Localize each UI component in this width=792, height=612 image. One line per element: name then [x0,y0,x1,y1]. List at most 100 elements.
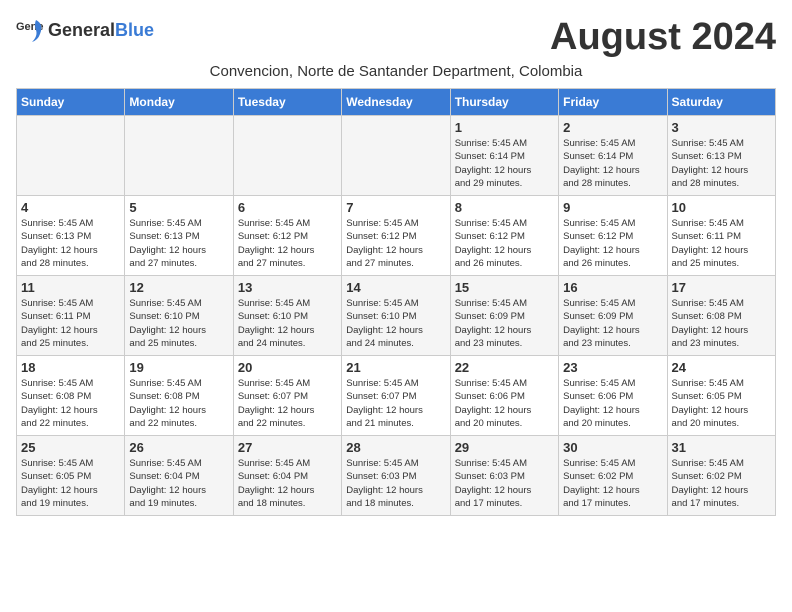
day-info: Sunrise: 5:45 AM Sunset: 6:06 PM Dayligh… [455,377,554,430]
day-number: 19 [129,360,228,375]
day-number: 20 [238,360,337,375]
day-info: Sunrise: 5:45 AM Sunset: 6:02 PM Dayligh… [672,457,771,510]
weekday-header-saturday: Saturday [667,89,775,116]
day-info: Sunrise: 5:45 AM Sunset: 6:11 PM Dayligh… [21,297,120,350]
calendar-week-row: 4 Sunrise: 5:45 AM Sunset: 6:13 PM Daylig… [17,196,776,276]
calendar-cell: 25Sunrise: 5:45 AM Sunset: 6:05 PM Dayli… [17,436,125,516]
day-number: 11 [21,280,120,295]
calendar-cell: 10Sunrise: 5:45 AM Sunset: 6:11 PM Dayli… [667,196,775,276]
day-number: 18 [21,360,120,375]
day-info: Sunrise: 5:45 AM Sunset: 6:08 PM Dayligh… [129,377,228,430]
day-info: Sunrise: 5:45 AM Sunset: 6:03 PM Dayligh… [346,457,445,510]
calendar-cell: 2Sunrise: 5:45 AM Sunset: 6:14 PM Daylig… [559,116,667,196]
calendar-cell: 31 Sunrise: 5:45 AM Sunset: 6:02 PM Dayli… [667,436,775,516]
calendar-week-row: 1Sunrise: 5:45 AM Sunset: 6:14 PM Daylig… [17,116,776,196]
day-number: 3 [672,120,771,135]
logo-text: GeneralBlue [48,20,154,41]
day-info: Sunrise: 5:45 AM Sunset: 6:13 PM Dayligh… [21,217,120,270]
day-number: 6 [238,200,337,215]
calendar-cell: 14 Sunrise: 5:45 AM Sunset: 6:10 PM Dayli… [342,276,450,356]
weekday-header-sunday: Sunday [17,89,125,116]
calendar-cell: 16 Sunrise: 5:45 AM Sunset: 6:09 PM Dayli… [559,276,667,356]
day-number: 9 [563,200,662,215]
weekday-header-wednesday: Wednesday [342,89,450,116]
calendar-cell: 12 Sunrise: 5:45 AM Sunset: 6:10 PM Dayli… [125,276,233,356]
calendar-week-row: 18 Sunrise: 5:45 AM Sunset: 6:08 PM Dayli… [17,356,776,436]
day-info: Sunrise: 5:45 AM Sunset: 6:12 PM Dayligh… [455,217,554,270]
day-info: Sunrise: 5:45 AM Sunset: 6:06 PM Dayligh… [563,377,662,430]
day-number: 23 [563,360,662,375]
calendar-cell: 6Sunrise: 5:45 AM Sunset: 6:12 PM Daylig… [233,196,341,276]
calendar-cell: 19 Sunrise: 5:45 AM Sunset: 6:08 PM Dayli… [125,356,233,436]
day-number: 7 [346,200,445,215]
calendar-cell: 24 Sunrise: 5:45 AM Sunset: 6:05 PM Dayli… [667,356,775,436]
day-number: 16 [563,280,662,295]
day-number: 26 [129,440,228,455]
day-info: Sunrise: 5:45 AM Sunset: 6:12 PM Dayligh… [563,217,662,270]
day-number: 5 [129,200,228,215]
calendar-cell: 27 Sunrise: 5:45 AM Sunset: 6:04 PM Dayli… [233,436,341,516]
calendar-cell: 28 Sunrise: 5:45 AM Sunset: 6:03 PM Dayli… [342,436,450,516]
calendar-cell [125,116,233,196]
day-number: 22 [455,360,554,375]
day-info: Sunrise: 5:45 AM Sunset: 6:03 PM Dayligh… [455,457,554,510]
calendar-week-row: 25Sunrise: 5:45 AM Sunset: 6:05 PM Dayli… [17,436,776,516]
calendar-table: SundayMondayTuesdayWednesdayThursdayFrid… [16,88,776,516]
day-number: 8 [455,200,554,215]
day-number: 13 [238,280,337,295]
day-info: Sunrise: 5:45 AM Sunset: 6:05 PM Dayligh… [672,377,771,430]
day-number: 29 [455,440,554,455]
day-info: Sunrise: 5:45 AM Sunset: 6:13 PM Dayligh… [672,137,771,190]
day-number: 17 [672,280,771,295]
day-info: Sunrise: 5:45 AM Sunset: 6:02 PM Dayligh… [563,457,662,510]
calendar-cell: 18 Sunrise: 5:45 AM Sunset: 6:08 PM Dayli… [17,356,125,436]
day-number: 24 [672,360,771,375]
calendar-cell: 22 Sunrise: 5:45 AM Sunset: 6:06 PM Dayli… [450,356,558,436]
calendar-cell: 3 Sunrise: 5:45 AM Sunset: 6:13 PM Daylig… [667,116,775,196]
calendar-cell: 20Sunrise: 5:45 AM Sunset: 6:07 PM Dayli… [233,356,341,436]
calendar-cell: 5 Sunrise: 5:45 AM Sunset: 6:13 PM Daylig… [125,196,233,276]
calendar-cell: 13 Sunrise: 5:45 AM Sunset: 6:10 PM Dayli… [233,276,341,356]
day-info: Sunrise: 5:45 AM Sunset: 6:10 PM Dayligh… [346,297,445,350]
day-number: 12 [129,280,228,295]
header: General GeneralBlue August 2024 [16,16,776,59]
day-number: 4 [21,200,120,215]
day-number: 28 [346,440,445,455]
calendar-cell: 9 Sunrise: 5:45 AM Sunset: 6:12 PM Daylig… [559,196,667,276]
calendar-cell: 29 Sunrise: 5:45 AM Sunset: 6:03 PM Dayli… [450,436,558,516]
day-number: 21 [346,360,445,375]
day-number: 14 [346,280,445,295]
day-info: Sunrise: 5:45 AM Sunset: 6:08 PM Dayligh… [672,297,771,350]
day-info: Sunrise: 5:45 AM Sunset: 6:10 PM Dayligh… [238,297,337,350]
day-info: Sunrise: 5:45 AM Sunset: 6:05 PM Dayligh… [21,457,120,510]
weekday-header-tuesday: Tuesday [233,89,341,116]
calendar-cell: 17 Sunrise: 5:45 AM Sunset: 6:08 PM Dayli… [667,276,775,356]
calendar-cell: 11 Sunrise: 5:45 AM Sunset: 6:11 PM Dayli… [17,276,125,356]
logo-icon: General [16,16,44,44]
weekday-header-thursday: Thursday [450,89,558,116]
day-info: Sunrise: 5:45 AM Sunset: 6:10 PM Dayligh… [129,297,228,350]
day-info: Sunrise: 5:45 AM Sunset: 6:12 PM Dayligh… [346,217,445,270]
day-info: Sunrise: 5:45 AM Sunset: 6:04 PM Dayligh… [238,457,337,510]
calendar-cell: 8 Sunrise: 5:45 AM Sunset: 6:12 PM Daylig… [450,196,558,276]
day-info: Sunrise: 5:45 AM Sunset: 6:14 PM Dayligh… [455,137,554,190]
calendar-week-row: 11 Sunrise: 5:45 AM Sunset: 6:11 PM Dayli… [17,276,776,356]
calendar-cell: 1Sunrise: 5:45 AM Sunset: 6:14 PM Daylig… [450,116,558,196]
weekday-header-monday: Monday [125,89,233,116]
day-info: Sunrise: 5:45 AM Sunset: 6:04 PM Dayligh… [129,457,228,510]
day-number: 30 [563,440,662,455]
day-number: 27 [238,440,337,455]
calendar-cell: 23 Sunrise: 5:45 AM Sunset: 6:06 PM Dayli… [559,356,667,436]
calendar-cell: 21Sunrise: 5:45 AM Sunset: 6:07 PM Dayli… [342,356,450,436]
calendar-cell: 30 Sunrise: 5:45 AM Sunset: 6:02 PM Dayli… [559,436,667,516]
calendar-cell [342,116,450,196]
day-info: Sunrise: 5:45 AM Sunset: 6:08 PM Dayligh… [21,377,120,430]
calendar-cell: 26 Sunrise: 5:45 AM Sunset: 6:04 PM Dayli… [125,436,233,516]
day-info: Sunrise: 5:45 AM Sunset: 6:11 PM Dayligh… [672,217,771,270]
location-title: Convencion, Norte de Santander Departmen… [16,63,776,80]
day-number: 31 [672,440,771,455]
day-info: Sunrise: 5:45 AM Sunset: 6:09 PM Dayligh… [563,297,662,350]
month-year-title: August 2024 [550,16,776,59]
day-info: Sunrise: 5:45 AM Sunset: 6:13 PM Dayligh… [129,217,228,270]
calendar-cell: 4 Sunrise: 5:45 AM Sunset: 6:13 PM Daylig… [17,196,125,276]
